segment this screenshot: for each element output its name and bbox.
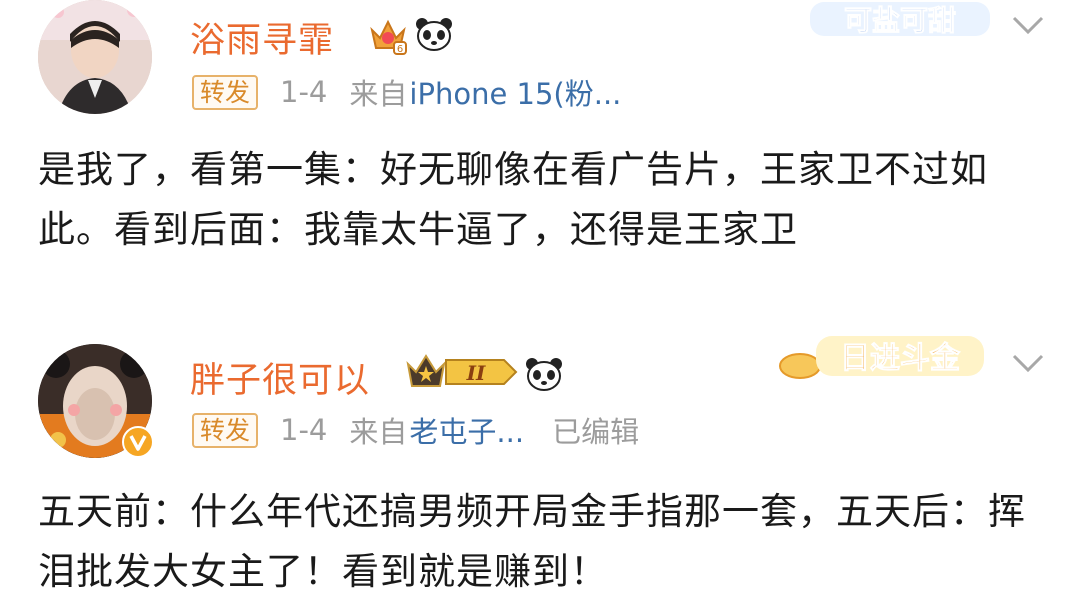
username[interactable]: 胖子很可以 (190, 352, 370, 403)
panda-icon (526, 358, 562, 391)
device-source-link[interactable]: 老屯子... (409, 409, 524, 451)
post-content: 五天前：什么年代还搞男频开局金手指那一套，五天后：挥泪批发大女主了！看到就是赚到… (38, 490, 1026, 593)
avatar[interactable] (38, 0, 152, 114)
decoration-sticker-icon: 日进斗金 (779, 336, 984, 379)
vip-crown-icon[interactable]: 6 (368, 16, 408, 56)
source-prefix: 来自 (349, 77, 408, 111)
chevron-down-icon[interactable] (1008, 10, 1048, 40)
panda-icon (416, 18, 452, 51)
verified-v-icon (122, 426, 154, 458)
svg-text:6: 6 (397, 44, 403, 55)
repost-badge: 转发 (192, 74, 259, 110)
comment-post-1: 浴雨寻霏 6 可盐可甜 转发 1-4 来自 iPhone 15(粉... 是我了… (0, 0, 1080, 322)
username[interactable]: 浴雨寻霏 (190, 12, 334, 63)
post-date: 1-4 (280, 75, 328, 109)
source-prefix: 来自 (349, 415, 408, 449)
avatar-image (38, 0, 152, 114)
comment-post-2: 胖子很可以 II 日进斗金 转发 1-4 来自 老屯子... 已编辑 五天前：什… (0, 322, 1080, 614)
chevron-down-icon[interactable] (1008, 348, 1048, 378)
post-meta: 转发 1-4 来自 老屯子... 已编辑 (192, 409, 640, 451)
post-content: 是我了，看第一集：好无聊像在看广告片，王家卫不过如此。看到后面：我靠太牛逼了，还… (38, 148, 988, 251)
repost-badge: 转发 (192, 412, 259, 448)
edited-label: 已编辑 (552, 415, 640, 449)
member-level-text: II (466, 361, 486, 385)
member-level-crown-icon[interactable]: II (406, 352, 518, 392)
decoration-text: 日进斗金 (840, 341, 961, 376)
device-source-link[interactable]: iPhone 15(粉... (409, 71, 621, 113)
avatar[interactable] (38, 344, 154, 458)
post-meta: 转发 1-4 来自 iPhone 15(粉... (192, 71, 621, 113)
decoration-sticker-icon: 可盐可甜 (810, 2, 990, 38)
post-date: 1-4 (280, 413, 328, 447)
decoration-text: 可盐可甜 (844, 4, 956, 37)
